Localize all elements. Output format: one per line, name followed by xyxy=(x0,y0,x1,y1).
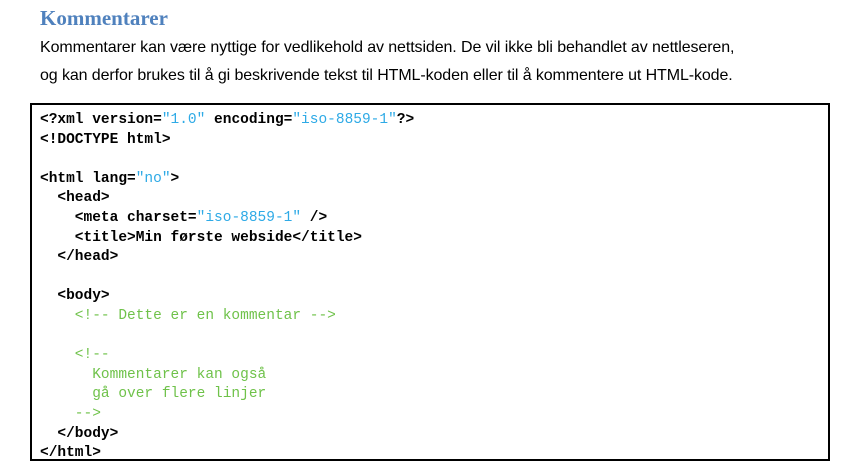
section-heading: Kommentarer xyxy=(40,6,168,30)
code-line-doctype: <!DOCTYPE html> xyxy=(40,131,171,148)
code-line-comment-single: <!-- Dette er en kommentar --> xyxy=(40,307,336,324)
intro-paragraph: Kommentarer kan være nyttige for vedlike… xyxy=(40,34,840,90)
code-line-meta: <meta charset="iso-8859-1" /> xyxy=(40,209,828,229)
code-line-body-close: </body> xyxy=(40,425,119,442)
code-string: "iso-8859-1" xyxy=(292,112,397,128)
code-string: "no" xyxy=(135,170,171,187)
code-token: /> xyxy=(301,209,328,226)
code-line-comment-text-2: gå over flere linjer xyxy=(40,386,267,403)
code-token: > xyxy=(170,170,180,187)
code-line-comment-close: --> xyxy=(40,405,101,422)
code-line-title: <title>Min første webside</title> xyxy=(40,229,362,246)
code-line-comment-open: <!-- xyxy=(40,347,110,364)
code-token: <?xml version= xyxy=(40,112,162,128)
code-line-html-open: <html lang="no"> xyxy=(40,170,828,190)
code-string: "iso-8859-1" xyxy=(196,209,302,226)
code-line-body-open: <body> xyxy=(40,288,110,305)
code-line-head-close: </head> xyxy=(40,249,119,266)
code-line-html-close: </html> xyxy=(40,445,101,462)
code-line-head-open: <head> xyxy=(40,190,110,207)
code-example-box: <?xml version="1.0" encoding="iso-8859-1… xyxy=(30,103,830,461)
intro-line-1: Kommentarer kan være nyttige for vedlike… xyxy=(40,39,735,56)
code-string: "1.0" xyxy=(161,112,206,128)
code-token: <html lang= xyxy=(40,170,136,187)
code-token: <meta charset= xyxy=(40,209,197,226)
code-line-comment-text-1: Kommentarer kan også xyxy=(40,366,267,383)
code-token: encoding= xyxy=(205,112,293,128)
intro-line-2: og kan derfor brukes til å gi beskrivend… xyxy=(40,67,733,84)
code-token: ?> xyxy=(396,112,415,128)
code-line-xml-declaration: <?xml version="1.0" encoding="iso-8859-1… xyxy=(40,111,828,131)
